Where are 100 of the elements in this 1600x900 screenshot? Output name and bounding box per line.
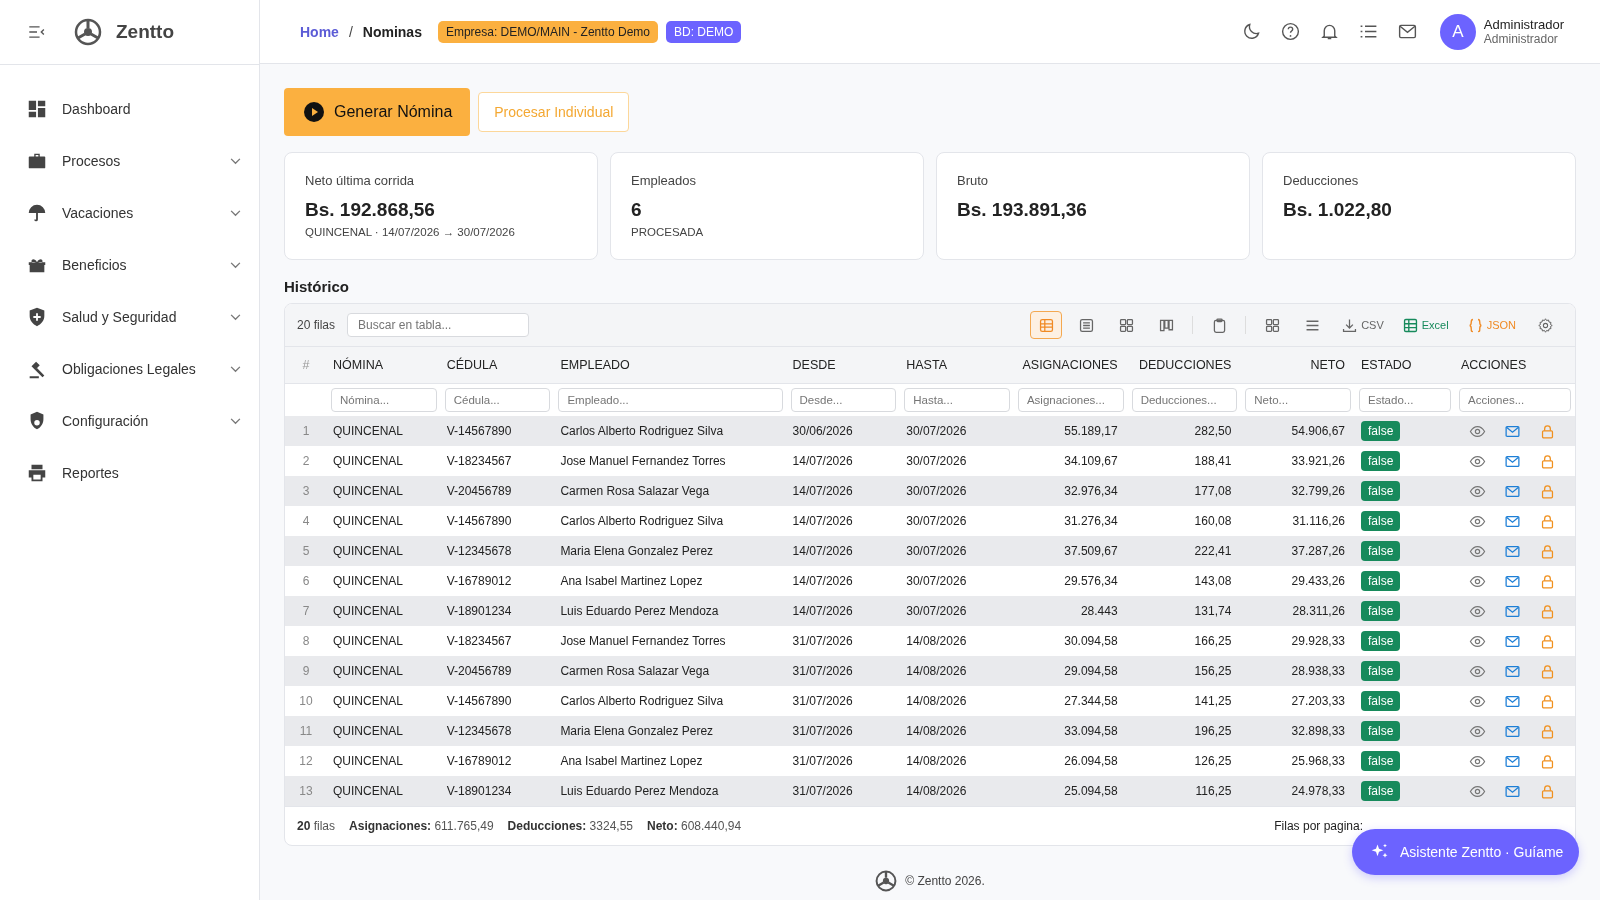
table-cell: QUINCENAL bbox=[333, 514, 403, 528]
table-view-button[interactable] bbox=[1030, 311, 1063, 339]
search-field[interactable]: Buscar en tabla... bbox=[347, 313, 530, 337]
table-cell: 33.921,26 bbox=[1291, 454, 1345, 468]
lock-icon[interactable] bbox=[1539, 482, 1556, 500]
sidebar-item[interactable]: Dashboard bbox=[0, 83, 259, 135]
lock-icon[interactable] bbox=[1539, 662, 1556, 680]
lock-icon[interactable] bbox=[1539, 542, 1556, 560]
table-cell: 31.276,34 bbox=[1064, 514, 1118, 528]
excel-export-button[interactable]: Excel bbox=[1394, 311, 1456, 339]
generate-payroll-button[interactable]: Generar Nómina bbox=[284, 88, 471, 136]
sidebar-item[interactable]: Salud y Seguridad bbox=[0, 291, 259, 343]
column-filter-field[interactable]: Cédula... bbox=[444, 388, 551, 412]
table-cell: 37.509,67 bbox=[1064, 544, 1118, 558]
table-cell: Luis Eduardo Perez Mendoza bbox=[560, 784, 719, 798]
table-cell: 116,25 bbox=[1195, 784, 1232, 798]
column-filter-field[interactable]: Empleado... bbox=[558, 388, 783, 412]
help-icon[interactable] bbox=[1279, 21, 1301, 42]
stat-subtitle: PROCESADA bbox=[631, 226, 705, 238]
column-header[interactable]: DESDE bbox=[792, 358, 836, 372]
table-cell: Jose Manuel Fernandez Torres bbox=[560, 634, 726, 648]
column-header[interactable]: NETO bbox=[1310, 358, 1345, 372]
csv-export-button[interactable]: CSV bbox=[1334, 311, 1391, 339]
lock-icon[interactable] bbox=[1539, 692, 1556, 710]
table-cell: 27.203,33 bbox=[1291, 694, 1345, 708]
breadcrumb-link[interactable]: Home bbox=[300, 23, 339, 40]
sidebar-item-icon bbox=[26, 202, 48, 224]
sidebar-item[interactable]: Beneficios bbox=[0, 239, 259, 291]
sidebar-item[interactable]: Vacaciones bbox=[0, 187, 259, 239]
table-cell: V-12345678 bbox=[446, 544, 512, 558]
section-title: Histórico bbox=[284, 278, 350, 295]
table-cell: V-20456789 bbox=[446, 664, 512, 678]
column-header[interactable]: ESTADO bbox=[1361, 358, 1412, 372]
column-filter-field[interactable]: Nómina... bbox=[331, 388, 437, 412]
lock-icon[interactable] bbox=[1539, 752, 1556, 770]
lock-icon[interactable] bbox=[1539, 602, 1556, 620]
menu-collapse-icon[interactable] bbox=[28, 26, 46, 38]
table-cell: 14/08/2026 bbox=[906, 664, 967, 678]
table-cell: 26.094,58 bbox=[1064, 754, 1118, 768]
sidebar-item[interactable]: Procesos bbox=[0, 135, 259, 187]
sidebar-item[interactable]: Reportes bbox=[0, 447, 259, 499]
table-cell: QUINCENAL bbox=[333, 724, 403, 738]
table-cell: 32.898,33 bbox=[1291, 724, 1345, 738]
column-filter-field[interactable]: Estado... bbox=[1359, 388, 1451, 412]
row-number: 10 bbox=[299, 694, 313, 708]
table-cell: 14/07/2026 bbox=[792, 544, 853, 558]
column-filter-field[interactable]: Hasta... bbox=[904, 388, 1010, 412]
lock-icon[interactable] bbox=[1539, 452, 1556, 470]
sidebar-item[interactable]: Configuración bbox=[0, 395, 259, 447]
table-cell: 30/07/2026 bbox=[906, 454, 967, 468]
lock-icon[interactable] bbox=[1539, 572, 1556, 590]
table-cell: Ana Isabel Martinez Lopez bbox=[560, 574, 703, 588]
table-cell: Carlos Alberto Rodriguez Silva bbox=[560, 514, 724, 528]
table-cell: QUINCENAL bbox=[333, 664, 403, 678]
column-header[interactable]: CÉDULA bbox=[446, 358, 498, 372]
table-cell: V-16789012 bbox=[446, 574, 512, 588]
lock-icon[interactable] bbox=[1539, 422, 1556, 440]
column-header[interactable]: EMPLEADO bbox=[560, 358, 630, 372]
table-cell: 31/07/2026 bbox=[792, 724, 853, 738]
column-filter-field[interactable]: Asignaciones... bbox=[1017, 388, 1124, 412]
logo-icon bbox=[875, 870, 898, 892]
grid-icon bbox=[1117, 316, 1135, 334]
breadcrumb-current: Nominas bbox=[362, 23, 422, 40]
lock-icon[interactable] bbox=[1539, 782, 1556, 800]
table-cell: 156,25 bbox=[1194, 664, 1232, 678]
assistant-button[interactable]: Asistente Zentto · Guíame bbox=[1352, 829, 1580, 875]
column-filter-field[interactable]: Deducciones... bbox=[1131, 388, 1238, 412]
logo-icon bbox=[74, 18, 102, 46]
table-cell: 31/07/2026 bbox=[792, 694, 853, 708]
lock-icon[interactable] bbox=[1539, 512, 1556, 530]
status-badge: false bbox=[1361, 451, 1401, 471]
column-filter-field[interactable]: Acciones... bbox=[1459, 388, 1571, 412]
column-header[interactable]: NÓMINA bbox=[333, 358, 383, 372]
table-cell: 14/08/2026 bbox=[906, 634, 967, 648]
table-cell: 33.094,58 bbox=[1064, 724, 1118, 738]
lock-icon[interactable] bbox=[1539, 632, 1556, 650]
table-cell: 196,25 bbox=[1194, 724, 1232, 738]
stat-label: Bruto bbox=[957, 173, 990, 188]
table-cell: 30/07/2026 bbox=[906, 544, 967, 558]
column-filter-field[interactable]: Neto... bbox=[1245, 388, 1351, 412]
table-cell: V-14567890 bbox=[446, 424, 512, 438]
status-badge: false bbox=[1361, 511, 1401, 531]
table-cell: Carlos Alberto Rodriguez Silva bbox=[560, 424, 724, 438]
table-cell: 131,74 bbox=[1194, 604, 1232, 618]
table-cell: Carmen Rosa Salazar Vega bbox=[560, 484, 710, 498]
context-badge: Empresa: DEMO/MAIN - Zentto Demo bbox=[437, 20, 658, 43]
table-cell: 31/07/2026 bbox=[792, 784, 853, 798]
user-avatar[interactable]: A bbox=[1439, 13, 1476, 50]
column-filter-field[interactable]: Desde... bbox=[790, 388, 897, 412]
table-cell: 28.938,33 bbox=[1291, 664, 1345, 678]
table-cell: 29.576,34 bbox=[1064, 574, 1118, 588]
table-cell: Carlos Alberto Rodriguez Silva bbox=[560, 694, 724, 708]
table-cell: V-16789012 bbox=[446, 754, 512, 768]
stat-value: Bs. 192.868,56 bbox=[305, 199, 436, 221]
row-number: 5 bbox=[302, 544, 310, 558]
column-header[interactable]: HASTA bbox=[906, 358, 947, 372]
table-cell: QUINCENAL bbox=[333, 574, 403, 588]
sidebar-item[interactable]: Obligaciones Legales bbox=[0, 343, 259, 395]
table-cell: 30/07/2026 bbox=[906, 484, 967, 498]
lock-icon[interactable] bbox=[1539, 722, 1556, 740]
